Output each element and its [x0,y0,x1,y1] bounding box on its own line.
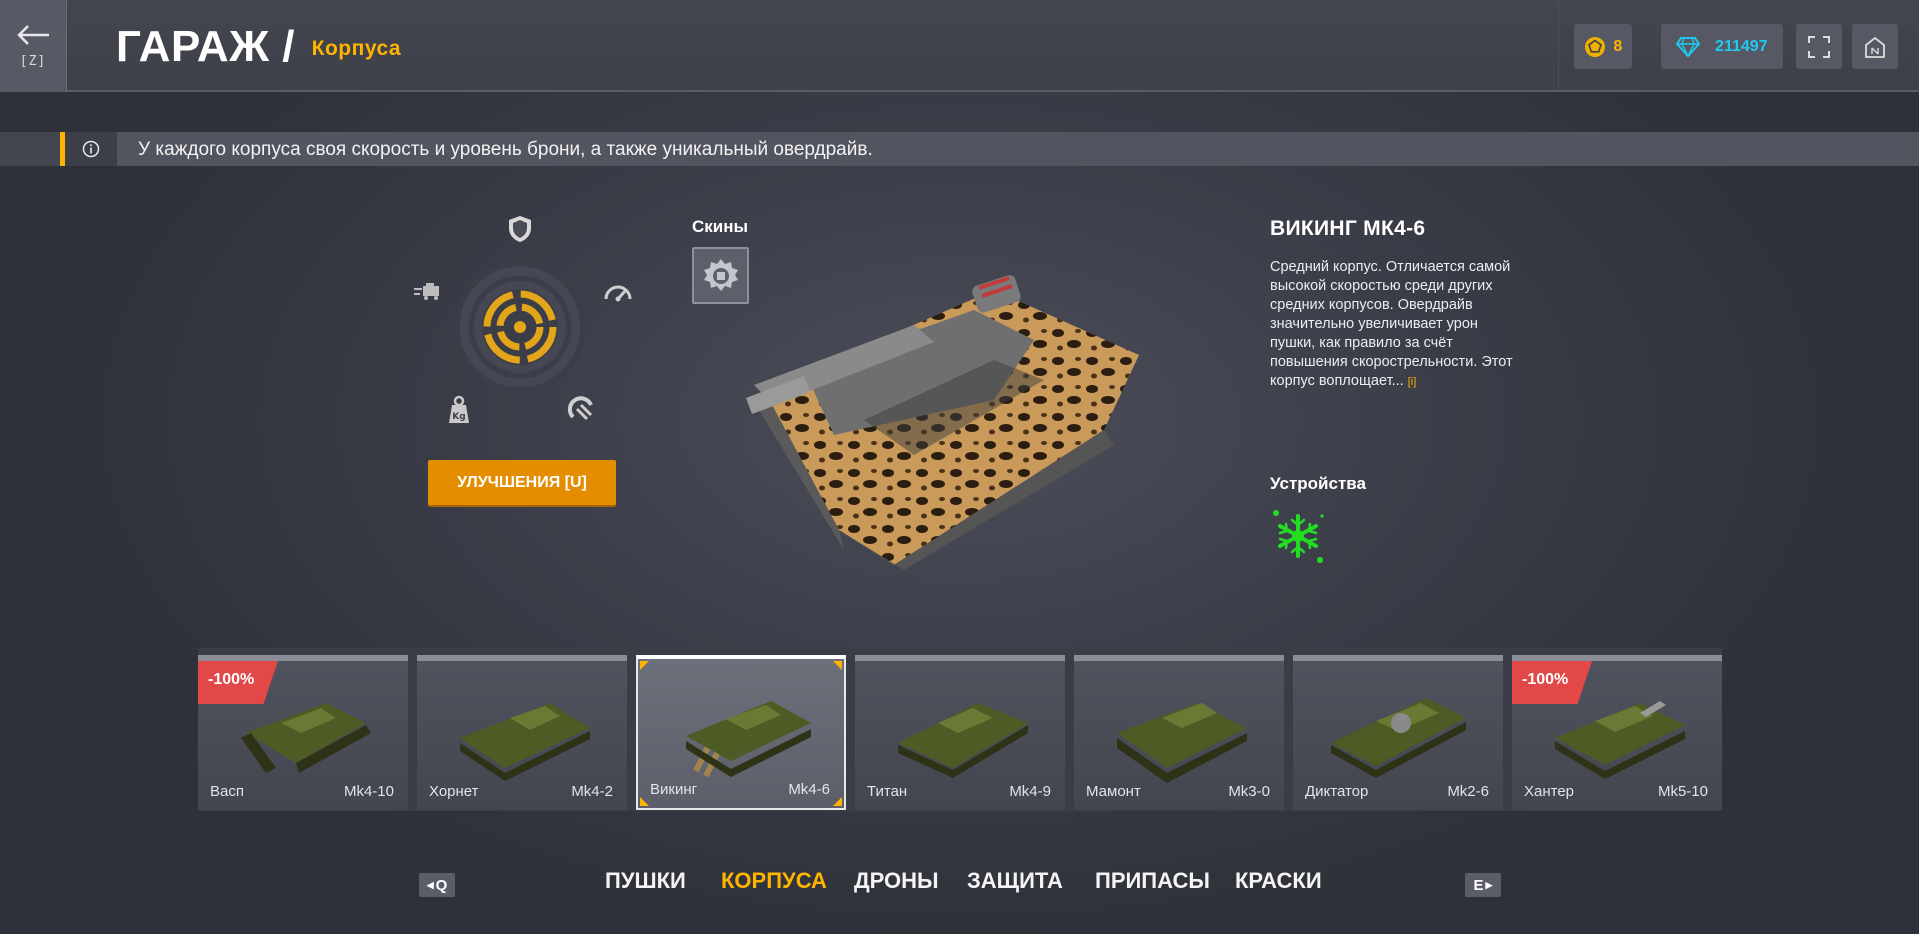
fullscreen-button[interactable] [1796,24,1842,69]
hull-card-mk: Мk4-10 [343,783,394,800]
hull-card-titan[interactable]: Титан Мk4-9 [855,655,1065,810]
tab-hulls[interactable]: КОРПУСА [721,868,827,894]
hull-card-viking[interactable]: Викинг Мk4-6 [636,655,846,810]
stats-radar [454,261,586,393]
hull-name: ВИКИНГ МК4-6 [1270,217,1426,240]
hull-card-hunter[interactable]: -100% Хантер Мk5-10 [1512,655,1722,810]
shield-icon [509,216,531,242]
selected-corner [833,797,842,806]
hull-thumbnail [1331,698,1466,778]
weight-icon: Kg [449,395,469,423]
hull-card-mk: Мk2-6 [1447,783,1489,800]
back-button[interactable]: [Z] [0,0,67,92]
diamonds-counter[interactable]: 211497 [1661,24,1783,69]
more-info-link[interactable]: [i] [1408,376,1417,388]
header-divider [1558,0,1559,90]
back-hotkey: [Z] [19,53,47,69]
hull-card-mk: Мk3-0 [1228,783,1270,800]
skin-slot[interactable] [692,247,749,304]
crystals-counter[interactable]: 8 [1574,24,1632,69]
svg-text:Kg: Kg [452,412,465,422]
tab-guns[interactable]: ПУШКИ [605,868,686,894]
prev-category-button[interactable]: ◀ Q [419,873,455,897]
triangle-left-icon: ◀ [426,879,434,890]
prev-hotkey: Q [435,876,448,894]
hull-thumbnail [1555,701,1685,779]
hull-card-wasp[interactable]: -100% Васп Мk4-10 [198,655,408,810]
skins-label: Скины [692,217,749,236]
tab-supplies[interactable]: ПРИПАСЫ [1095,868,1210,894]
page-title: ГАРАЖ / Корпуса [116,22,401,72]
hull-thumbnail [460,703,590,781]
selected-corner [640,661,649,670]
hull-card-name: Хорнет [429,783,479,800]
crystal-icon [1584,36,1605,57]
tip-bar-left [0,132,60,166]
diamond-icon [1676,36,1701,57]
hull-card-name: Диктатор [1305,783,1369,800]
hull-card-mammoth[interactable]: Мамонт Мk3-0 [1074,655,1284,810]
next-category-button[interactable]: E ▶ [1465,873,1501,897]
skin-gear-icon [703,258,738,291]
tab-protection[interactable]: ЗАЩИТА [967,868,1063,894]
tab-paints[interactable]: КРАСКИ [1235,868,1322,894]
turning-icon [414,283,439,300]
hull-description: Средний корпус. Отличается самой высокой… [1270,258,1520,392]
hull-card-mk: Мk4-6 [788,781,830,798]
title-section: Корпуса [311,37,402,61]
traction-icon [567,396,593,421]
tip-icon-box [65,132,117,166]
hull-card-name: Мамонт [1086,783,1141,800]
speedometer-icon [604,285,632,302]
home-icon [1865,36,1885,58]
selected-corner [833,661,842,670]
hull-thumbnail [898,703,1028,778]
hull-card-hornet[interactable]: Хорнет Мk4-2 [417,655,627,810]
fullscreen-icon [1808,35,1830,58]
crystals-value: 8 [1613,37,1623,55]
hull-description-text: Средний корпус. Отличается самой высокой… [1270,259,1513,389]
selected-corner [640,797,649,806]
hull-card-mk: Мk4-2 [571,783,613,800]
hull-thumbnail [241,703,371,773]
hull-thumbnail [1117,703,1247,783]
upgrades-button[interactable]: УЛУЧШЕНИЯ [U] [428,460,616,505]
home-button[interactable] [1852,24,1898,69]
tab-drones[interactable]: ДРОНЫ [854,868,939,894]
arrow-left-icon [17,24,49,45]
hull-card-mk: Мk4-9 [1009,783,1051,800]
snowflake-device-icon[interactable] [1270,508,1326,564]
tip-text: У каждого корпуса своя скорость и уровен… [138,139,873,160]
devices-label: Устройства [1270,474,1366,493]
triangle-right-icon: ▶ [1485,879,1493,890]
hull-card-mk: Мk5-10 [1657,783,1708,800]
hull-thumbnail [686,701,811,778]
hull-card-name: Викинг [650,781,698,798]
info-icon [82,140,100,158]
next-hotkey: E [1473,876,1484,894]
title-main: ГАРАЖ / [116,22,295,71]
hull-card-name: Титан [867,783,908,800]
hull-card-name: Васп [210,783,244,800]
diamonds-value: 211497 [1715,37,1768,55]
hull-preview-image [746,275,1139,570]
hull-card-name: Хантер [1524,783,1575,800]
hull-card-dictator[interactable]: Диктатор Мk2-6 [1293,655,1503,810]
